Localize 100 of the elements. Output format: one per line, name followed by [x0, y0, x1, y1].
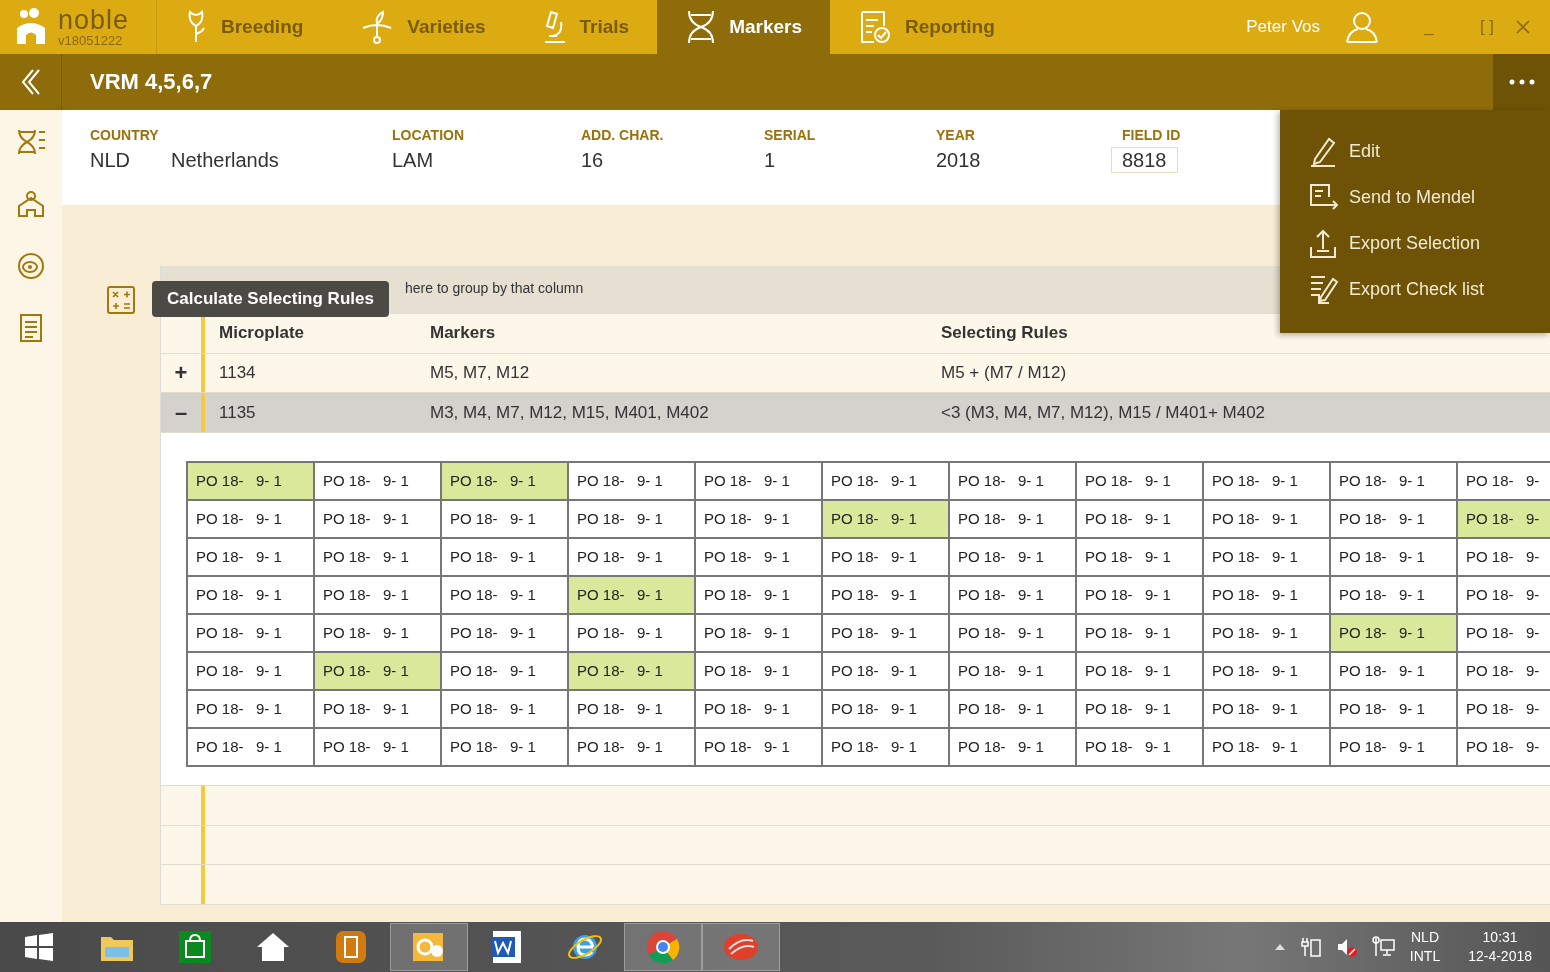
- more-button[interactable]: [1493, 54, 1550, 110]
- plate-well[interactable]: PO 18- 9- 1: [569, 538, 696, 577]
- plate-well[interactable]: PO 18- 9- 1: [823, 652, 950, 691]
- plate-well[interactable]: PO 18- 9- 1: [950, 728, 1077, 767]
- network-icon[interactable]: [1371, 936, 1396, 958]
- plate-well[interactable]: PO 18- 9- 1: [442, 728, 569, 767]
- menu-item[interactable]: Export Selection: [1280, 220, 1550, 266]
- menu-item[interactable]: Send to Mendel: [1280, 174, 1550, 220]
- plate-well[interactable]: PO 18- 9- 1: [1204, 652, 1331, 691]
- plate-well[interactable]: PO 18- 9- 1: [442, 652, 569, 691]
- plate-well[interactable]: PO 18- 9- 1: [315, 728, 442, 767]
- plate-well[interactable]: PO 18- 9- 1: [315, 500, 442, 539]
- plate-well[interactable]: PO 18- 9- 1: [569, 614, 696, 653]
- plate-well[interactable]: PO 18- 9- 1: [569, 690, 696, 729]
- eye-target-icon[interactable]: [15, 250, 47, 282]
- plate-well[interactable]: PO 18- 9- 1: [188, 538, 315, 577]
- plate-well[interactable]: PO 18- 9- 1: [696, 576, 823, 615]
- menu-item[interactable]: Edit: [1280, 128, 1550, 174]
- plate-well[interactable]: PO 18- 9- 1: [442, 690, 569, 729]
- plate-well[interactable]: PO 18- 9- 1: [1331, 728, 1458, 767]
- menu-item[interactable]: Export Check list: [1280, 266, 1550, 312]
- plate-well[interactable]: PO 18- 9- 1: [1204, 576, 1331, 615]
- plate-well[interactable]: PO 18- 9- 1: [442, 576, 569, 615]
- plate-well[interactable]: PO 18- 9- 1: [696, 652, 823, 691]
- plate-well[interactable]: PO 18- 9- 1: [823, 462, 950, 501]
- back-icon[interactable]: [20, 68, 41, 96]
- language-label[interactable]: NLD: [1411, 928, 1439, 947]
- plate-well[interactable]: PO 18- 9- 1: [1077, 538, 1204, 577]
- plate-well[interactable]: PO 18- 9- 1: [696, 538, 823, 577]
- plate-well[interactable]: PO 18- 9- 1: [950, 576, 1077, 615]
- plate-well[interactable]: PO 18- 9- 1: [315, 576, 442, 615]
- column-header[interactable]: Markers: [416, 313, 927, 353]
- keyboard-layout-label[interactable]: INTL: [1409, 947, 1441, 966]
- plate-well[interactable]: PO 18- 9- 1: [696, 462, 823, 501]
- location-house-icon[interactable]: [15, 188, 47, 220]
- battery-plug-icon[interactable]: [1299, 936, 1322, 958]
- plate-well[interactable]: PO 18- 9- 1: [823, 500, 950, 539]
- table-row[interactable]: + 1134 M5, M7, M12 M5 + (M7 / M12): [161, 353, 1550, 394]
- plate-well[interactable]: PO 18- 9- 1: [1077, 728, 1204, 767]
- plate-well[interactable]: PO 18- 9- 1: [823, 576, 950, 615]
- plate-well[interactable]: PO 18- 9- 1: [188, 576, 315, 615]
- plate-well[interactable]: PO 18- 9- 1: [1331, 462, 1458, 501]
- plate-well[interactable]: PO 18- 9- 1: [1077, 576, 1204, 615]
- plate-well[interactable]: PO 18- 9- 1: [569, 728, 696, 767]
- clock-time[interactable]: 10:31: [1482, 928, 1518, 947]
- plate-well[interactable]: PO 18- 9- 1: [1331, 500, 1458, 539]
- nav-tab[interactable]: Markers: [657, 0, 831, 54]
- plate-well[interactable]: PO 18- 9- 1: [1331, 576, 1458, 615]
- plate-well[interactable]: PO 18- 9- 1: [1077, 500, 1204, 539]
- plate-well[interactable]: PO 18- 9- 1: [950, 462, 1077, 501]
- clock-date[interactable]: 12-4-2018: [1468, 947, 1532, 966]
- plate-well[interactable]: PO 18- 9- 1: [1077, 614, 1204, 653]
- plate-well[interactable]: PO 18- 9- 1: [950, 652, 1077, 691]
- calculator-icon[interactable]: [106, 285, 136, 315]
- plate-well[interactable]: PO 18- 9- 1: [823, 728, 950, 767]
- plate-well[interactable]: PO 18- 9- 1: [315, 614, 442, 653]
- plate-well[interactable]: PO 18- 9- 1: [442, 614, 569, 653]
- plate-well[interactable]: PO 18- 9- 1: [823, 690, 950, 729]
- table-row[interactable]: – 1135 M3, M4, M7, M12, M15, M401, M402 <3 (M3, M4, M7, M12), M15 / M401+ M402: [161, 393, 1550, 433]
- plate-well[interactable]: PO 18- 9- 1: [1204, 462, 1331, 501]
- plate-well[interactable]: PO 18- 9- 1: [315, 690, 442, 729]
- plate-well[interactable]: PO 18- 9- 1: [823, 614, 950, 653]
- expand-toggle[interactable]: +: [161, 353, 201, 393]
- plate-well[interactable]: PO 18- 9- 1: [442, 462, 569, 501]
- plate-well[interactable]: PO 18- 9- 1: [315, 538, 442, 577]
- field-id-input[interactable]: 8818: [1111, 147, 1178, 173]
- plate-well[interactable]: PO 18- 9- 1: [315, 462, 442, 501]
- plate-well[interactable]: PO 18- 9- 1: [1204, 500, 1331, 539]
- plate-well[interactable]: PO 18- 9- 1: [696, 690, 823, 729]
- plate-well[interactable]: PO 18- 9- 1: [1077, 462, 1204, 501]
- taskbar-button[interactable]: [390, 923, 468, 971]
- plate-well[interactable]: PO 18- 9- 1: [1077, 690, 1204, 729]
- plate-well[interactable]: PO 18- 9- 1: [188, 690, 315, 729]
- tray-caret-icon[interactable]: [1273, 943, 1286, 951]
- plate-well[interactable]: PO 18- 9- 1: [1204, 614, 1331, 653]
- plate-well[interactable]: PO 18- 9- 1: [1204, 728, 1331, 767]
- plate-well[interactable]: PO 18- 9- 1: [1077, 652, 1204, 691]
- plate-well[interactable]: PO 18- 9- 1: [950, 614, 1077, 653]
- collapse-toggle[interactable]: –: [161, 393, 201, 432]
- plate-well[interactable]: PO 18- 9- 1: [569, 500, 696, 539]
- plate-well[interactable]: PO 18- 9- 1: [442, 500, 569, 539]
- plate-well[interactable]: PO 18- 9- 1: [950, 500, 1077, 539]
- plate-well[interactable]: PO 18- 9- 1: [823, 538, 950, 577]
- plate-well[interactable]: PO 18- 9- 1: [442, 538, 569, 577]
- plate-well[interactable]: PO 18- 9- 1: [1331, 690, 1458, 729]
- plate-well[interactable]: PO 18- 9- 1: [188, 500, 315, 539]
- plate-well[interactable]: PO 18- 9- 1: [188, 652, 315, 691]
- close-icon[interactable]: [1516, 20, 1530, 34]
- plate-well[interactable]: PO 18- 9- 1: [569, 576, 696, 615]
- plate-well[interactable]: PO 18- 9- 1: [950, 690, 1077, 729]
- plate-well[interactable]: PO 18- 9- 1: [696, 728, 823, 767]
- plate-well[interactable]: PO 18- 9- 1: [188, 728, 315, 767]
- plate-well[interactable]: PO 18- 9- 1: [315, 652, 442, 691]
- plate-well[interactable]: PO 18- 9-: [1458, 500, 1550, 539]
- plate-well[interactable]: PO 18- 9- 1: [188, 614, 315, 653]
- plate-well[interactable]: PO 18- 9- 1: [1331, 652, 1458, 691]
- plate-well[interactable]: PO 18- 9- 1: [188, 462, 315, 501]
- plate-well[interactable]: PO 18- 9- 1: [569, 462, 696, 501]
- plate-well[interactable]: PO 18- 9- 1: [1331, 614, 1458, 653]
- plate-well[interactable]: PO 18- 9- 1: [696, 614, 823, 653]
